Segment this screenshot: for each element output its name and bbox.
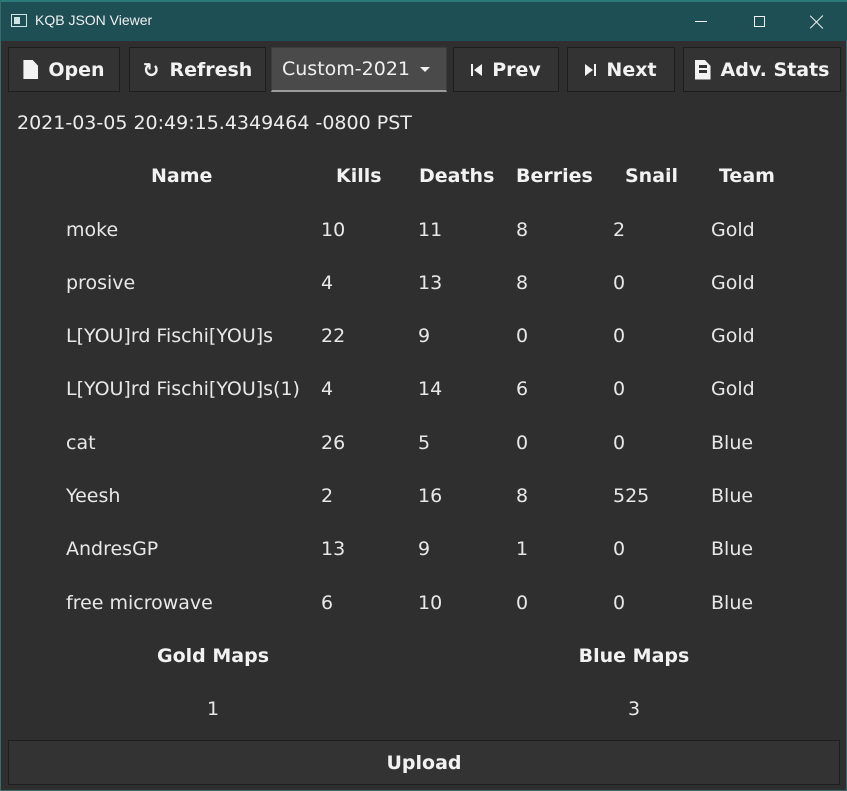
cell-kills: 10 — [321, 219, 346, 241]
cell-kills: 4 — [321, 272, 334, 294]
cell-kills: 22 — [321, 325, 346, 347]
header-kills: Kills — [336, 165, 382, 187]
header-snail: Snail — [625, 165, 679, 187]
header-team: Team — [719, 165, 775, 187]
cell-berries: 8 — [516, 219, 529, 241]
upload-button[interactable]: Upload — [8, 740, 840, 785]
stats-file-icon — [694, 59, 711, 80]
gold-maps-value: 1 — [206, 698, 220, 720]
game-timestamp: 2021-03-05 20:49:15.4349464 -0800 PST — [17, 112, 412, 134]
table-row: L[YOU]rd Fischi[YOU]s 22 9 0 0 Gold — [1, 325, 847, 378]
cell-deaths: 11 — [418, 219, 443, 241]
game-select-value: Custom-2021 — [282, 58, 410, 80]
cell-berries: 0 — [516, 432, 529, 454]
cell-team: Gold — [711, 325, 755, 347]
cell-deaths: 16 — [418, 485, 443, 507]
cell-team: Blue — [711, 485, 754, 507]
table-row: free microwave 6 10 0 0 Blue — [1, 592, 847, 645]
cell-team: Gold — [711, 272, 755, 294]
cell-team: Gold — [711, 219, 755, 241]
app-icon — [11, 14, 27, 27]
cell-deaths: 9 — [418, 538, 431, 560]
open-label: Open — [48, 58, 105, 81]
blue-maps-value: 3 — [627, 698, 641, 720]
next-label: Next — [606, 58, 657, 81]
skip-next-icon — [585, 63, 597, 76]
table-row: Yeesh 2 16 8 525 Blue — [1, 485, 847, 538]
dropdown-caret-icon — [420, 67, 430, 72]
app-window: KQB JSON Viewer Open ↻ Refresh Custom-20… — [0, 0, 847, 791]
cell-name: Yeesh — [66, 485, 121, 507]
table-row: cat 26 5 0 0 Blue — [1, 432, 847, 485]
cell-berries: 0 — [516, 325, 529, 347]
window-title: KQB JSON Viewer — [35, 12, 153, 28]
cell-berries: 1 — [516, 538, 529, 560]
cell-name: prosive — [66, 272, 136, 294]
cell-name: cat — [66, 432, 96, 454]
maximize-button[interactable] — [730, 2, 788, 41]
cell-deaths: 10 — [418, 592, 443, 614]
cell-kills: 26 — [321, 432, 346, 454]
cell-kills: 13 — [321, 538, 346, 560]
refresh-label: Refresh — [169, 58, 253, 81]
minimize-icon — [695, 21, 707, 22]
header-deaths: Deaths — [419, 165, 495, 187]
cell-deaths: 14 — [418, 378, 443, 400]
cell-team: Gold — [711, 378, 755, 400]
cell-team: Blue — [711, 538, 754, 560]
cell-snail: 0 — [613, 378, 626, 400]
minimize-button[interactable] — [672, 2, 730, 41]
cell-name: AndresGP — [66, 538, 159, 560]
prev-button[interactable]: Prev — [453, 47, 559, 92]
next-button[interactable]: Next — [567, 47, 675, 92]
prev-label: Prev — [492, 58, 541, 81]
table-row: moke 10 11 8 2 Gold — [1, 219, 847, 272]
cell-snail: 2 — [613, 219, 626, 241]
cell-name: moke — [66, 219, 119, 241]
cell-snail: 0 — [613, 272, 626, 294]
refresh-icon: ↻ — [142, 57, 160, 82]
game-select[interactable]: Custom-2021 — [271, 47, 447, 92]
cell-name: L[YOU]rd Fischi[YOU]s — [66, 325, 274, 347]
skip-previous-icon — [471, 63, 483, 76]
gold-maps-label: Gold Maps — [156, 645, 269, 667]
cell-team: Blue — [711, 592, 754, 614]
adv-stats-button[interactable]: Adv. Stats — [683, 47, 841, 92]
cell-snail: 0 — [613, 538, 626, 560]
cell-snail: 0 — [613, 592, 626, 614]
cell-berries: 0 — [516, 592, 529, 614]
cell-kills: 2 — [321, 485, 334, 507]
refresh-button[interactable]: ↻ Refresh — [129, 47, 266, 92]
cell-name: L[YOU]rd Fischi[YOU]s(1) — [66, 378, 300, 400]
header-berries: Berries — [516, 165, 593, 187]
cell-kills: 4 — [321, 378, 334, 400]
cell-team: Blue — [711, 432, 754, 454]
table-row: L[YOU]rd Fischi[YOU]s(1) 4 14 6 0 Gold — [1, 378, 847, 431]
cell-kills: 6 — [321, 592, 334, 614]
cell-berries: 8 — [516, 485, 529, 507]
adv-stats-label: Adv. Stats — [720, 58, 830, 81]
cell-berries: 6 — [516, 378, 529, 400]
cell-snail: 0 — [613, 325, 626, 347]
table-row: AndresGP 13 9 1 0 Blue — [1, 538, 847, 591]
table-row: prosive 4 13 8 0 Gold — [1, 272, 847, 325]
header-name: Name — [151, 165, 213, 187]
close-button[interactable] — [788, 2, 846, 41]
close-icon — [810, 15, 824, 29]
cell-deaths: 5 — [418, 432, 431, 454]
blue-maps-label: Blue Maps — [578, 645, 690, 667]
file-icon — [23, 60, 39, 79]
upload-label: Upload — [386, 751, 462, 774]
cell-snail: 0 — [613, 432, 626, 454]
cell-deaths: 13 — [418, 272, 443, 294]
cell-snail: 525 — [613, 485, 650, 507]
title-bar[interactable]: KQB JSON Viewer — [1, 0, 847, 41]
cell-name: free microwave — [66, 592, 213, 614]
cell-berries: 8 — [516, 272, 529, 294]
cell-deaths: 9 — [418, 325, 431, 347]
maximize-icon — [753, 16, 765, 27]
open-button[interactable]: Open — [8, 47, 120, 92]
